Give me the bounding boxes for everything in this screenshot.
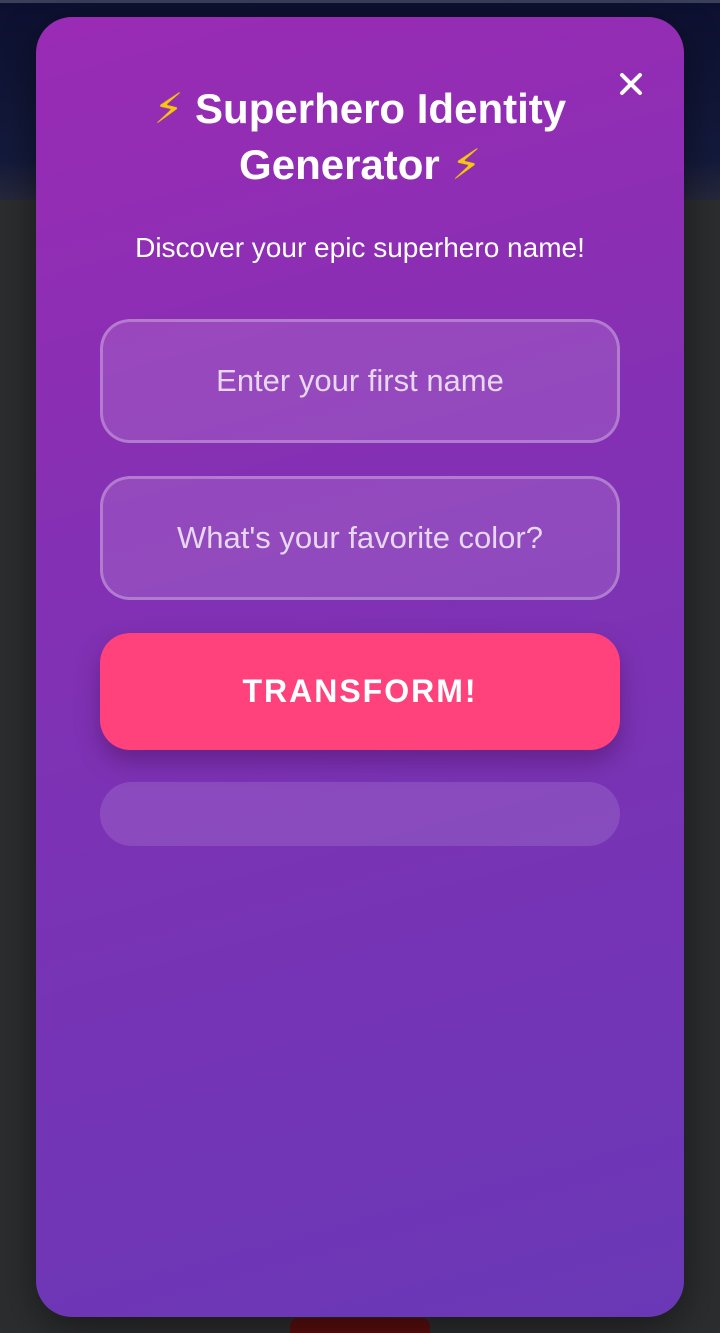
- title-text-line1: Superhero Identity: [195, 85, 567, 132]
- superhero-generator-modal: ⚡ Superhero Identity Generator ⚡ Discove…: [36, 17, 684, 1317]
- first-name-input[interactable]: [100, 319, 620, 443]
- lightning-bolt-icon: ⚡: [153, 84, 184, 133]
- modal-subtitle: Discover your epic superhero name!: [135, 232, 585, 263]
- background-element: [290, 1318, 430, 1333]
- modal-title: ⚡ Superhero Identity Generator ⚡: [96, 81, 624, 193]
- result-display: [100, 782, 620, 846]
- transform-button[interactable]: TRANSFORM!: [100, 633, 620, 750]
- title-text-line2: Generator: [239, 141, 440, 188]
- favorite-color-input[interactable]: [100, 476, 620, 600]
- lightning-bolt-icon: ⚡: [451, 140, 481, 189]
